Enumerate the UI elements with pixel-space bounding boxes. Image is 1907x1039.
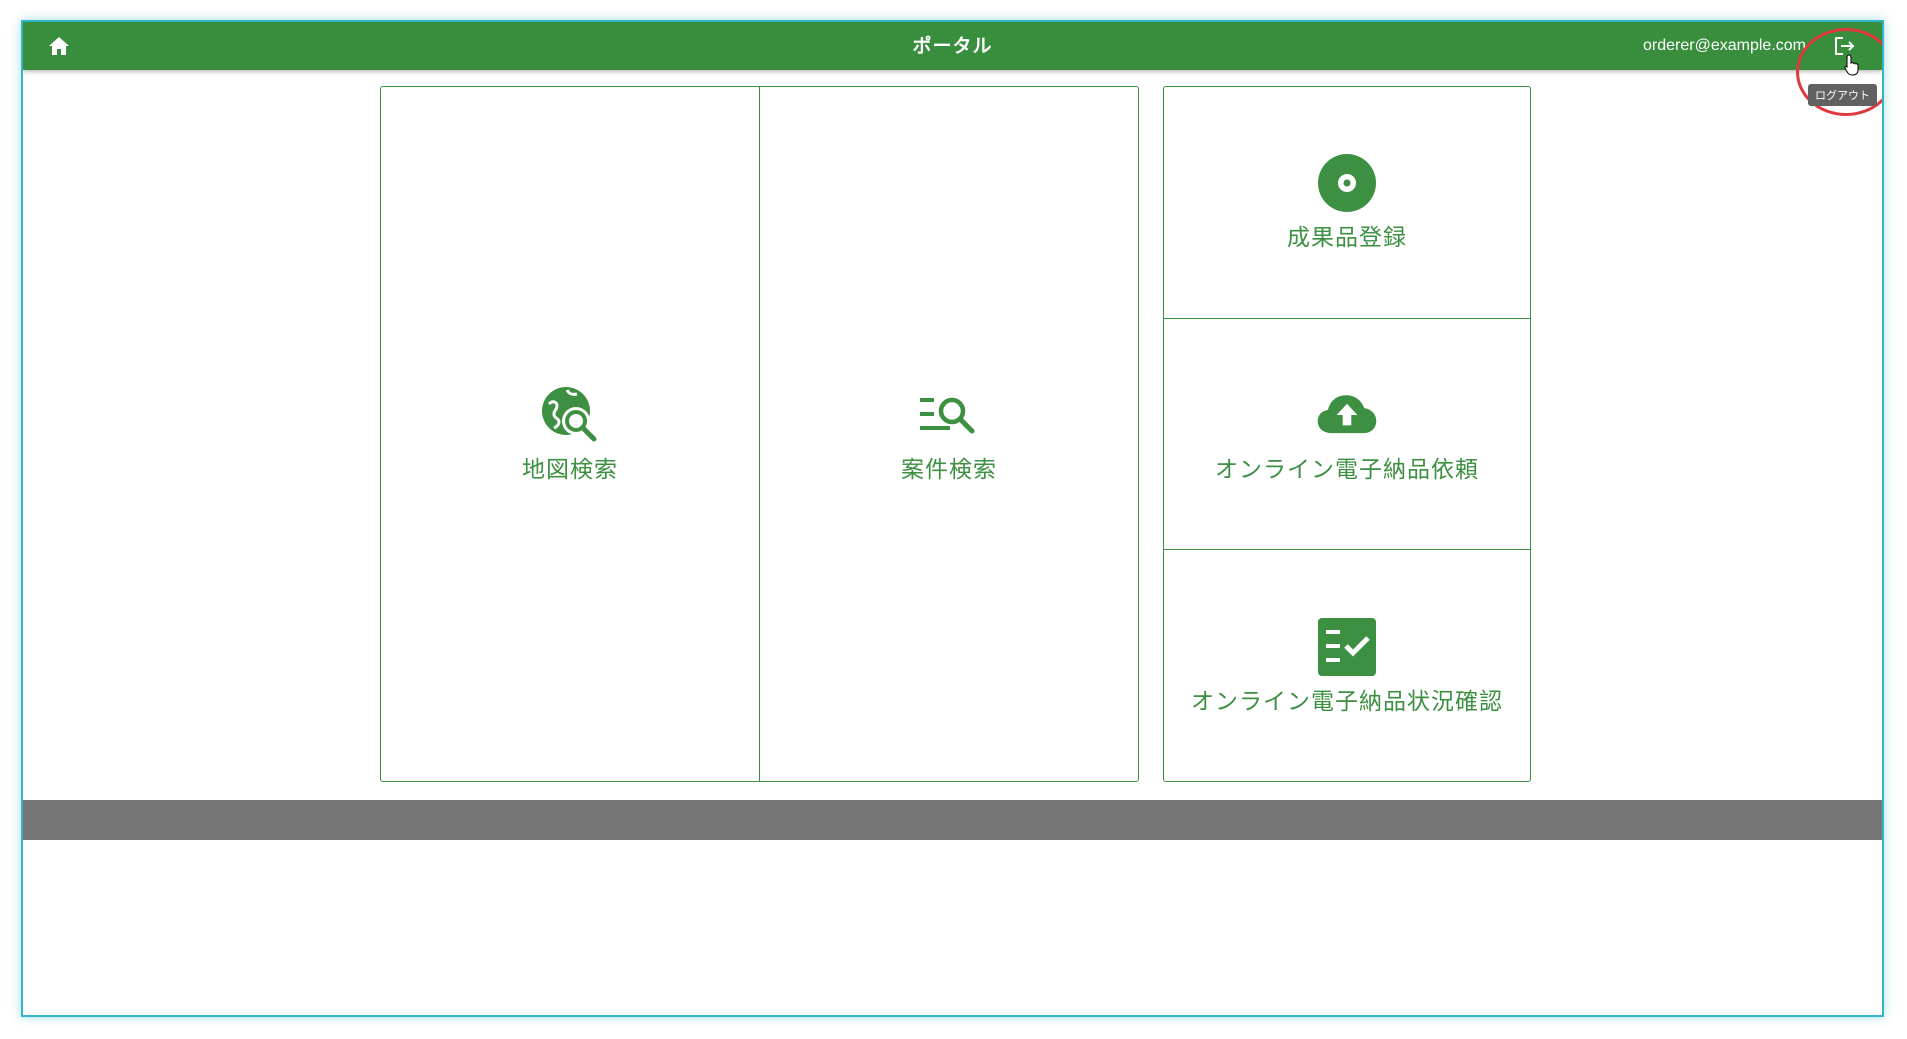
list-search-icon: [920, 397, 975, 434]
tile-label-online-delivery-status: オンライン電子納品状況確認: [1191, 688, 1503, 715]
pointer-cursor-icon: [1844, 54, 1859, 76]
app-header: ポータル orderer@example.com: [23, 22, 1882, 116]
tile-label-project-search: 案件検索: [901, 457, 997, 483]
portal-window: ポータル orderer@example.com ログアウト 地図検索 案件検索…: [21, 20, 1884, 1017]
cloud-upload-icon: [1317, 395, 1377, 434]
page-title: ポータル: [912, 35, 993, 57]
tile-online-delivery-status[interactable]: オンライン電子納品状況確認: [1164, 549, 1530, 781]
footer-bar: [23, 800, 1882, 840]
tile-map-search[interactable]: 地図検索: [381, 87, 759, 781]
tile-label-online-delivery-request: オンライン電子納品依頼: [1215, 457, 1479, 483]
map-search-icon: [542, 387, 597, 442]
tile-online-delivery-request[interactable]: オンライン電子納品依頼: [1164, 317, 1530, 550]
disc-icon: [1318, 154, 1376, 213]
tile-label-map-search: 地図検索: [522, 457, 618, 483]
tile-project-search[interactable]: 案件検索: [759, 87, 1138, 781]
logout-tooltip: ログアウト: [1808, 84, 1877, 106]
checklist-icon: [1318, 617, 1376, 676]
user-email: orderer@example.com: [1643, 37, 1806, 54]
delivery-panel: 成果品登録 オンライン電子納品依頼 オンライン電子納品状況確認: [1163, 86, 1531, 782]
tile-label-deliverable-registration: 成果品登録: [1287, 225, 1407, 252]
search-panel: 地図検索 案件検索: [380, 86, 1139, 782]
tile-deliverable-registration[interactable]: 成果品登録: [1164, 87, 1530, 318]
